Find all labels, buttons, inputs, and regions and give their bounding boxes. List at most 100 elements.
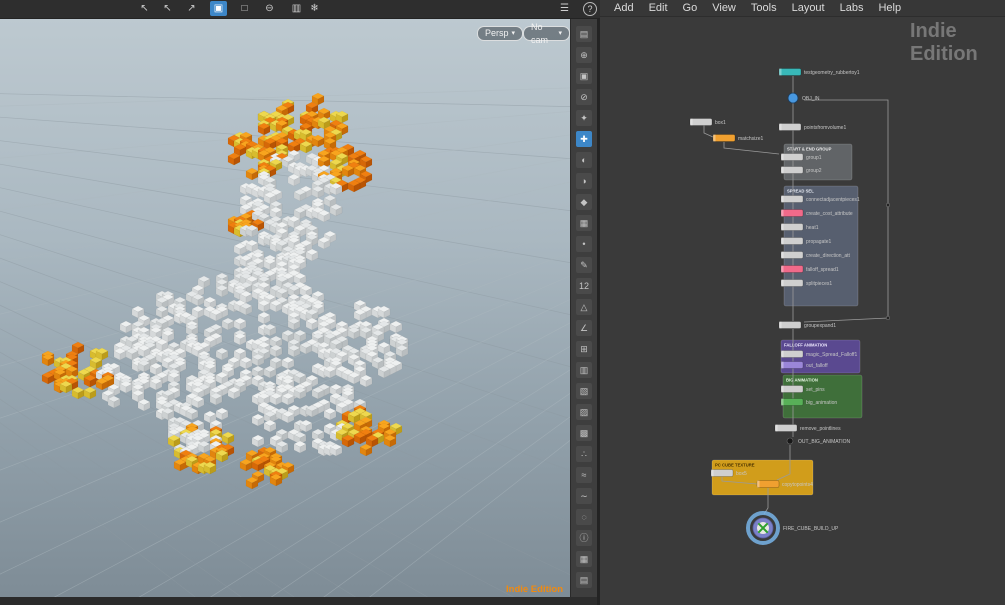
network-box[interactable]: BIG ANIMATION [782,374,863,419]
network-node[interactable]: OUT_BIG_ANIMATION [786,437,851,445]
node-label: falloff_spread1 [806,267,839,273]
lod-12-icon[interactable]: 12 [576,278,592,294]
node-wire [723,142,780,155]
network-node[interactable]: pointsfromvolume1 [778,123,846,132]
network-box[interactable]: PC CUBE TEXTURE [711,459,814,496]
node-label: FIRE_CUBE_BUILD_UP [783,526,839,532]
headlight-icon[interactable]: ✚ [576,131,592,147]
persp-view-button[interactable]: Persp ▾ [477,26,524,41]
select-tool-icon[interactable]: ↖ [136,1,153,16]
node-label: groupexpand1 [804,323,836,329]
snapshot-icon[interactable]: ▤ [576,572,592,588]
network-node[interactable]: big_animation [780,398,837,407]
fog-icon[interactable]: ∼ [576,488,592,504]
menu-item-labs[interactable]: Labs [840,2,864,14]
lasso-select-icon[interactable]: ↗ [183,1,200,16]
network-node[interactable]: box1 [689,118,726,127]
network-node[interactable]: connectadjacentpieces1 [780,195,860,204]
node-label: propagate1 [806,239,832,245]
network-node[interactable]: create_cost_attribute [780,209,853,218]
secure-selection-icon[interactable]: ▣ [210,1,227,16]
node-label: matchsize1 [738,136,764,142]
particles-icon[interactable]: ∴ [576,446,592,462]
network-node[interactable]: set_pins [780,385,825,394]
menu-item-layout[interactable]: Layout [792,2,825,14]
node-label: set_pins [806,387,825,393]
network-node[interactable]: group1 [780,153,822,162]
menu-item-go[interactable]: Go [683,2,698,14]
hide-objects-icon[interactable]: ⊘ [576,89,592,105]
help-icon[interactable]: ? [583,2,597,16]
template-icon[interactable]: ▧ [576,383,592,399]
translate-tool-icon[interactable]: ↖ [159,1,176,16]
network-canvas[interactable]: START & END GROUP SPREAD SEL FALLOFF ANIMA… [600,16,1005,605]
network-node[interactable]: propagate1 [780,237,832,246]
mirror-icon[interactable]: ▥ [576,362,592,378]
flipbook-icon[interactable]: ▥ [288,1,305,16]
viewport-render [0,87,570,597]
network-node[interactable]: box5 [710,469,747,478]
persp-view-label: Persp [485,28,509,38]
network-node[interactable]: testgeometry_rubbertoy1 [778,68,860,77]
viewport-3d[interactable]: Persp ▾ No cam ▾ Indie Edition [0,18,570,597]
chevron-down-icon: ▾ [511,30,516,37]
network-node[interactable]: groupexpand1 [778,321,836,330]
wire-junction-dot [885,315,891,321]
node-label: testgeometry_rubbertoy1 [804,70,860,76]
material-icon[interactable]: ◆ [576,194,592,210]
network-node[interactable]: remove_pointlines [774,424,841,433]
mask-icon[interactable]: ◌ [576,509,592,525]
snap-grid-icon[interactable]: ⊞ [576,341,592,357]
display-sliders-icon[interactable]: ☰ [556,1,573,16]
wire-junction-dot [885,202,891,208]
display-options-icon[interactable]: ▤ [576,26,592,42]
spotlight-icon[interactable]: ✦ [576,110,592,126]
shade-mode-icon[interactable]: ◐ [576,152,592,168]
ruler-icon[interactable]: △ [576,299,592,315]
node-label: big_animation [806,400,837,406]
ghost-icon[interactable]: ▨ [576,404,592,420]
menu-item-tools[interactable]: Tools [751,2,777,14]
menu-item-add[interactable]: Add [614,2,634,14]
info-icon[interactable]: ⓘ [576,530,592,546]
network-node[interactable]: magic_Spread_Falloff1 [780,350,858,359]
exclude-selection-icon[interactable]: ⊖ [261,1,278,16]
lock-selection-icon[interactable]: ▣ [576,68,592,84]
pencil-icon[interactable]: ✎ [576,257,592,273]
camera-select-button[interactable]: No cam ▾ [523,22,570,45]
chevron-down-icon: ▾ [558,30,562,37]
node-label: box5 [736,471,747,477]
menu-item-edit[interactable]: Edit [649,2,668,14]
network-box[interactable]: SPREAD SEL [783,185,859,307]
network-node[interactable]: FIRE_CUBE_BUILD_UP [746,511,839,545]
network-node[interactable]: copytopoints4 [756,480,813,489]
grid-icon[interactable]: ▦ [576,551,592,567]
network-node[interactable]: splitpieces1 [780,279,832,288]
menu-item-help[interactable]: Help [878,2,901,14]
volume-icon[interactable]: ≈ [576,467,592,483]
node-label: group2 [806,168,822,174]
angle-icon[interactable]: ∠ [576,320,592,336]
snowflake-icon[interactable]: ❄ [306,1,323,16]
network-node[interactable]: heat1 [780,223,819,232]
voxel-dog-model[interactable] [41,101,409,490]
network-node[interactable]: falloff_spread1 [780,265,839,274]
wireframe-icon[interactable]: ▦ [576,215,592,231]
viewport-toolbar: ↖ ↖ ↗ ▣ □ ⊖ ▥ ❄ ☰? [0,0,600,19]
menu-item-view[interactable]: View [712,2,736,14]
onion-skin-icon[interactable]: ▩ [576,425,592,441]
network-node[interactable]: matchsize1 [712,134,764,143]
network-editor-panel[interactable]: Add Edit Go View Tools Layout Labs Help Indie E… [597,0,1005,605]
node-label: copytopoints4 [782,482,813,488]
marquee-select-icon[interactable]: □ [236,1,253,16]
network-box[interactable]: START & END GROUP [783,143,853,181]
display-points-icon[interactable]: • [576,236,592,252]
network-box-title: SPREAD SEL [787,189,814,194]
network-node[interactable]: OBJ_IN [787,92,820,104]
network-node[interactable]: create_direction_att [780,251,851,260]
houdini-window: ↖ ↖ ↗ ▣ □ ⊖ ▥ ❄ ☰? Persp ▾ No cam ▾ Indie Editio… [0,0,1005,605]
pin-icon[interactable]: ⊕ [576,47,592,63]
node-label: create_cost_attribute [806,211,853,217]
network-node[interactable]: group2 [780,166,822,175]
shadow-icon[interactable]: ◑ [576,173,592,189]
